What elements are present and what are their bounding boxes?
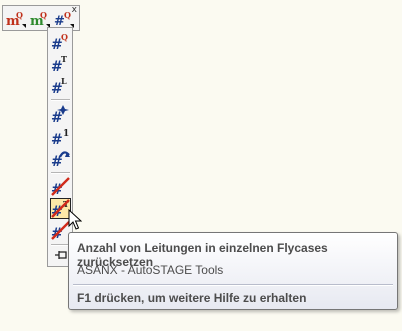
svg-text:Q: Q [16,10,23,20]
hash-l-icon: # L [51,76,67,97]
tooltip-description: ASANX - AutoSTAGE Tools [77,263,224,277]
hash-reset-icon: # [51,177,70,198]
hash-q-icon: # Q [51,32,68,53]
dropdown-toolbar: # Q # T # L # # 1 # [47,27,73,267]
hash-plus-icon: # [51,105,69,126]
hash-t-icon: # T [51,54,67,75]
mq-green-button[interactable]: m Q [29,9,51,29]
svg-text:1: 1 [63,129,69,139]
hash-1-button[interactable]: # 1 [50,126,71,148]
tooltip: Anzahl von Leitungen in einzelnen Flycas… [68,232,398,310]
tooltip-help: F1 drücken, um weitere Hilfe zu erhalten [77,291,307,305]
hash-q-button[interactable]: # Q [50,31,71,53]
svg-text:Q: Q [64,10,71,20]
svg-text:Q: Q [40,10,47,20]
hash-1-icon: # 1 [51,129,69,148]
mq-red-button[interactable]: m Q [5,9,27,29]
svg-text:L: L [61,76,67,86]
tooltip-divider [73,284,393,286]
hash-arrow-icon: # [51,151,70,170]
mouse-cursor-icon [68,209,82,230]
hash-reset-button[interactable]: # [50,176,71,198]
svg-text:Q: Q [61,32,68,42]
svg-text:T: T [61,54,67,64]
m-green-icon: m Q [30,10,50,29]
hash-l-button[interactable]: # L [50,75,71,97]
close-icon[interactable]: x [72,5,77,15]
hash-t-button[interactable]: # T [50,53,71,75]
hash-arrow-button[interactable]: # [50,148,71,170]
separator [51,172,70,174]
svg-text:#: # [51,110,63,125]
hash-plus-button[interactable]: # [50,104,71,126]
m-red-icon: m Q [6,10,26,29]
svg-text:#: # [51,132,63,147]
separator [51,99,70,101]
